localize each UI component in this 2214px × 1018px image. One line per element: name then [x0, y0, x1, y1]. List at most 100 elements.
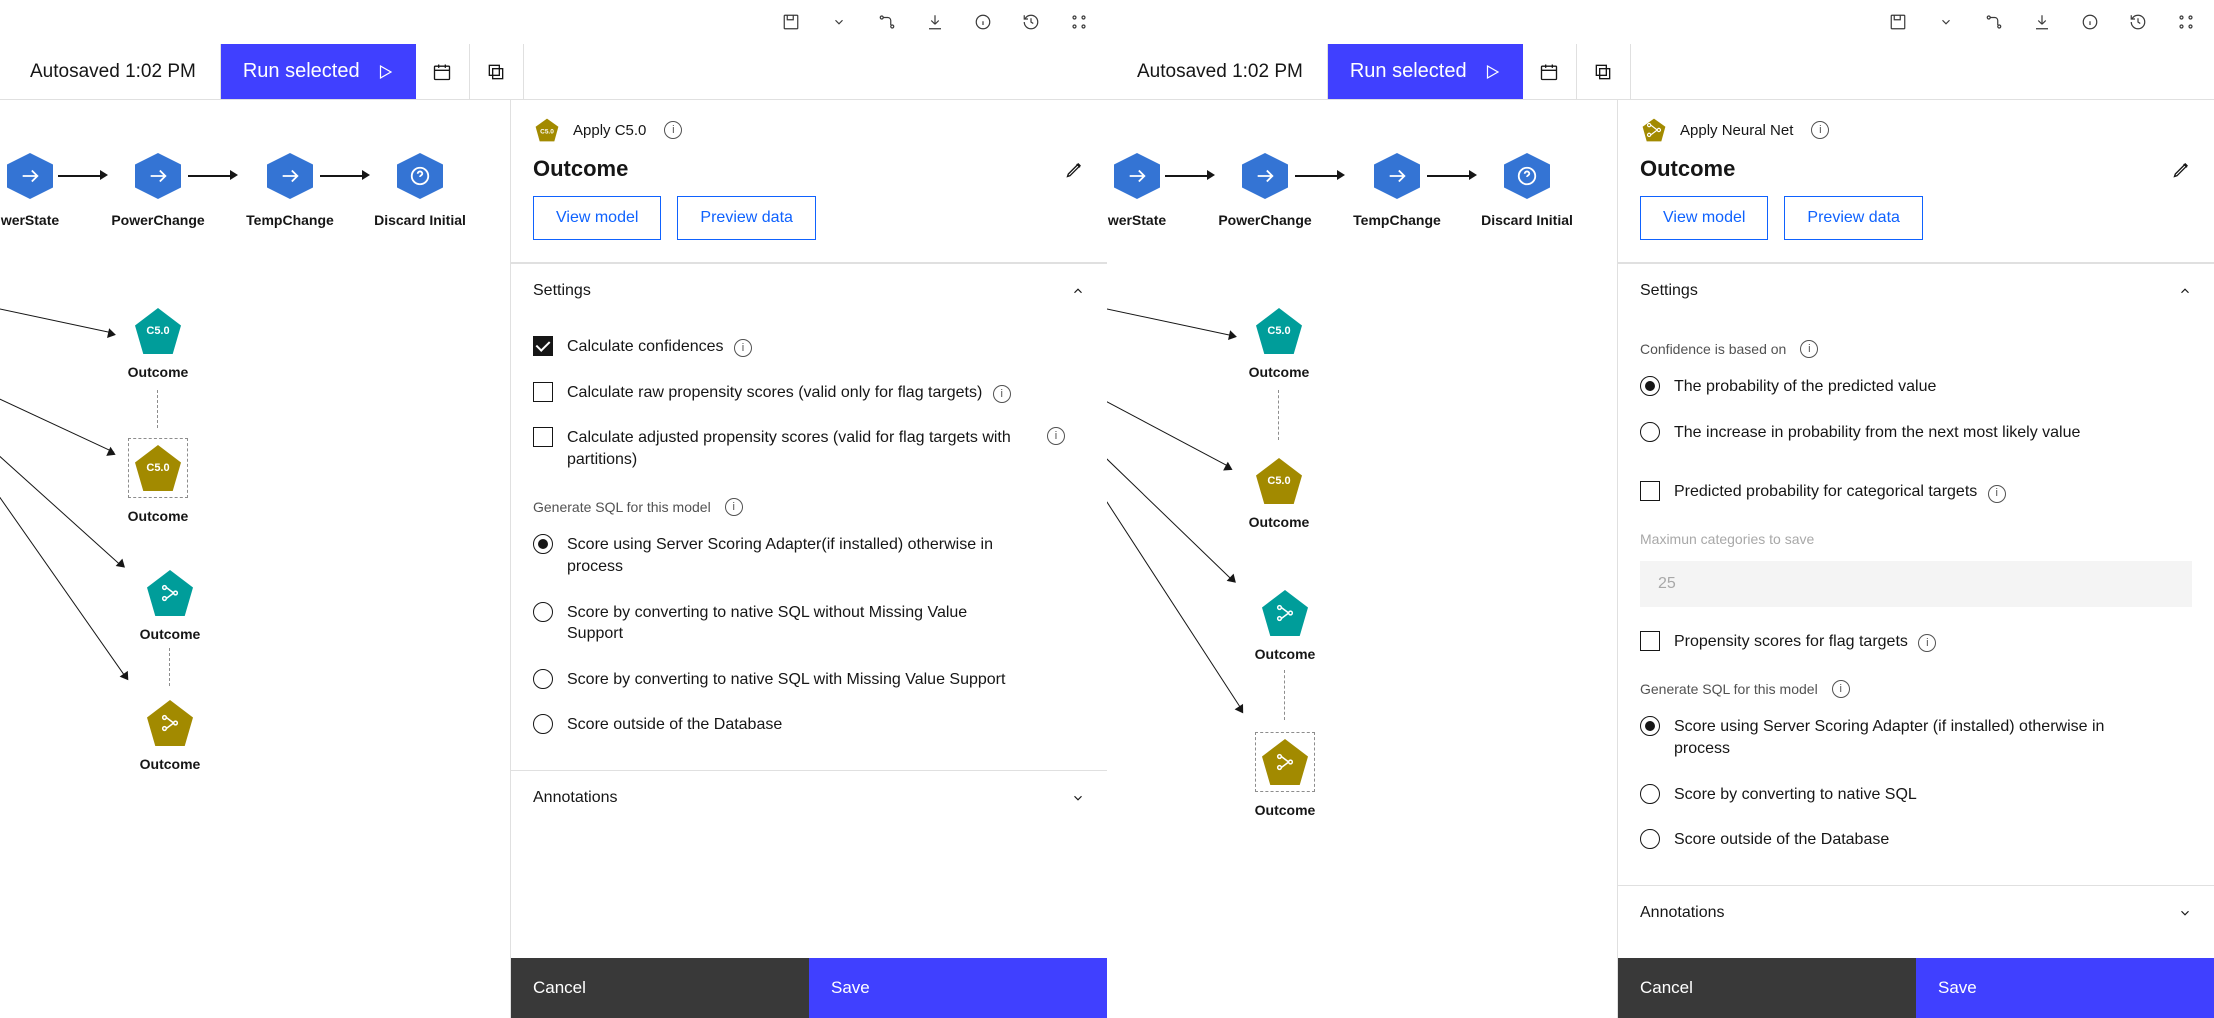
save-button[interactable]: Save	[1916, 958, 2214, 1018]
node-neural-icon[interactable]	[147, 570, 193, 616]
checkbox-label: Calculate confidences i	[567, 336, 1085, 358]
download-icon[interactable]	[2032, 12, 2052, 32]
checkbox-label: Calculate raw propensity scores (valid o…	[567, 382, 1085, 404]
info-icon[interactable]: i	[1832, 680, 1850, 698]
radio-sql-native-nomv[interactable]	[533, 602, 553, 622]
node-c50-model-icon[interactable]: C5.0	[135, 445, 181, 491]
save-icon[interactable]	[1888, 12, 1908, 32]
node-hex-icon[interactable]	[1374, 153, 1420, 199]
properties-panel: C5.0 Apply C5.0 i Outcome View model Pre…	[510, 100, 1107, 1018]
radio-sql-adapter[interactable]	[1640, 716, 1660, 736]
view-model-button[interactable]: View model	[533, 196, 661, 240]
chevron-down-icon[interactable]	[829, 12, 849, 32]
node-hex-icon[interactable]	[7, 153, 53, 199]
node-label: PowerChange	[1218, 212, 1311, 228]
annotations-header[interactable]: Annotations	[1618, 886, 2214, 940]
download-icon[interactable]	[925, 12, 945, 32]
flow-icon[interactable]	[1984, 12, 2004, 32]
preview-data-button[interactable]: Preview data	[1784, 196, 1923, 240]
node-hex-icon[interactable]	[267, 153, 313, 199]
copy-button[interactable]	[1577, 44, 1631, 99]
action-bar: Autosaved 1:02 PM Run selected	[0, 44, 1107, 100]
node-neural-icon[interactable]	[1262, 590, 1308, 636]
node-label: Outcome	[128, 364, 189, 380]
node-label: PowerChange	[111, 212, 204, 228]
checkbox-predicted-prob[interactable]	[1640, 481, 1660, 501]
history-icon[interactable]	[1021, 12, 1041, 32]
cancel-button[interactable]: Cancel	[511, 958, 809, 1018]
preview-data-button[interactable]: Preview data	[677, 196, 816, 240]
node-c50-model-icon[interactable]: C5.0	[1256, 458, 1302, 504]
selected-node[interactable]	[1255, 732, 1315, 792]
checkbox-raw-propensity[interactable]	[533, 382, 553, 402]
node-hex-icon[interactable]	[135, 153, 181, 199]
calendar-button[interactable]	[1523, 44, 1577, 99]
node-neural-model-icon[interactable]	[1262, 739, 1308, 785]
radio-prob-increase[interactable]	[1640, 422, 1660, 442]
chevron-down-icon	[2178, 906, 2192, 920]
top-toolbar	[0, 0, 1107, 44]
play-icon	[1483, 63, 1501, 81]
flow-icon[interactable]	[877, 12, 897, 32]
radio-sql-native-mv[interactable]	[533, 669, 553, 689]
model-badge-icon: C5.0	[533, 116, 561, 144]
info-icon[interactable]: i	[734, 339, 752, 357]
grid-icon[interactable]	[1069, 12, 1089, 32]
checkbox-confidences[interactable]	[533, 336, 553, 356]
calendar-button[interactable]	[416, 44, 470, 99]
edit-icon[interactable]	[2172, 159, 2192, 179]
info-icon[interactable]: i	[993, 385, 1011, 403]
flow-canvas[interactable]: werState PowerChange TempChange Discard …	[0, 100, 510, 1018]
node-label: TempChange	[1353, 212, 1441, 228]
node-hex-icon[interactable]	[397, 153, 443, 199]
view-model-button[interactable]: View model	[1640, 196, 1768, 240]
disabled-label: Maximun categories to save	[1640, 515, 2192, 553]
chevron-down-icon[interactable]	[1936, 12, 1956, 32]
info-circle-icon[interactable]	[2080, 12, 2100, 32]
node-c50-icon[interactable]: C5.0	[135, 308, 181, 354]
radio-label: Score using Server Scoring Adapter(if in…	[567, 534, 1027, 577]
info-icon[interactable]: i	[1988, 485, 2006, 503]
properties-panel: Apply Neural Net i Outcome View model Pr…	[1617, 100, 2214, 1018]
info-icon[interactable]: i	[1811, 121, 1829, 139]
node-c50-icon[interactable]: C5.0	[1256, 308, 1302, 354]
radio-label: The probability of the predicted value	[1674, 376, 2192, 398]
model-name: Apply Neural Net	[1680, 122, 1793, 139]
copy-button[interactable]	[470, 44, 524, 99]
radio-label: Score by converting to native SQL with M…	[567, 669, 1085, 691]
save-icon[interactable]	[781, 12, 801, 32]
selected-node[interactable]: C5.0	[128, 438, 188, 498]
edit-icon[interactable]	[1065, 159, 1085, 179]
checkbox-label: Calculate adjusted propensity scores (va…	[567, 427, 1027, 470]
checkbox-propensity-flag[interactable]	[1640, 631, 1660, 651]
node-hex-icon[interactable]	[1504, 153, 1550, 199]
radio-sql-adapter[interactable]	[533, 534, 553, 554]
node-hex-icon[interactable]	[1242, 153, 1288, 199]
radio-sql-native[interactable]	[1640, 784, 1660, 804]
node-hex-icon[interactable]	[1114, 153, 1160, 199]
settings-header[interactable]: Settings	[511, 264, 1107, 318]
checkbox-adj-propensity[interactable]	[533, 427, 553, 447]
node-label: Outcome	[1255, 646, 1316, 662]
info-icon[interactable]: i	[1800, 340, 1818, 358]
radio-sql-outside[interactable]	[533, 714, 553, 734]
annotations-header[interactable]: Annotations	[511, 771, 1107, 825]
info-icon[interactable]: i	[1918, 634, 1936, 652]
radio-prob-predicted[interactable]	[1640, 376, 1660, 396]
node-label: Discard Initial	[374, 212, 466, 228]
node-neural-model-icon[interactable]	[147, 700, 193, 746]
info-icon[interactable]: i	[664, 121, 682, 139]
info-icon[interactable]: i	[725, 498, 743, 516]
flow-canvas[interactable]: werState PowerChange TempChange Discard …	[1107, 100, 1617, 1018]
radio-sql-outside[interactable]	[1640, 829, 1660, 849]
info-icon[interactable]: i	[1047, 427, 1065, 445]
save-button[interactable]: Save	[809, 958, 1107, 1018]
history-icon[interactable]	[2128, 12, 2148, 32]
run-selected-button[interactable]: Run selected	[221, 44, 416, 99]
radio-label: Score by converting to native SQL	[1674, 784, 2192, 806]
cancel-button[interactable]: Cancel	[1618, 958, 1916, 1018]
run-selected-button[interactable]: Run selected	[1328, 44, 1523, 99]
grid-icon[interactable]	[2176, 12, 2196, 32]
settings-header[interactable]: Settings	[1618, 264, 2214, 318]
info-circle-icon[interactable]	[973, 12, 993, 32]
